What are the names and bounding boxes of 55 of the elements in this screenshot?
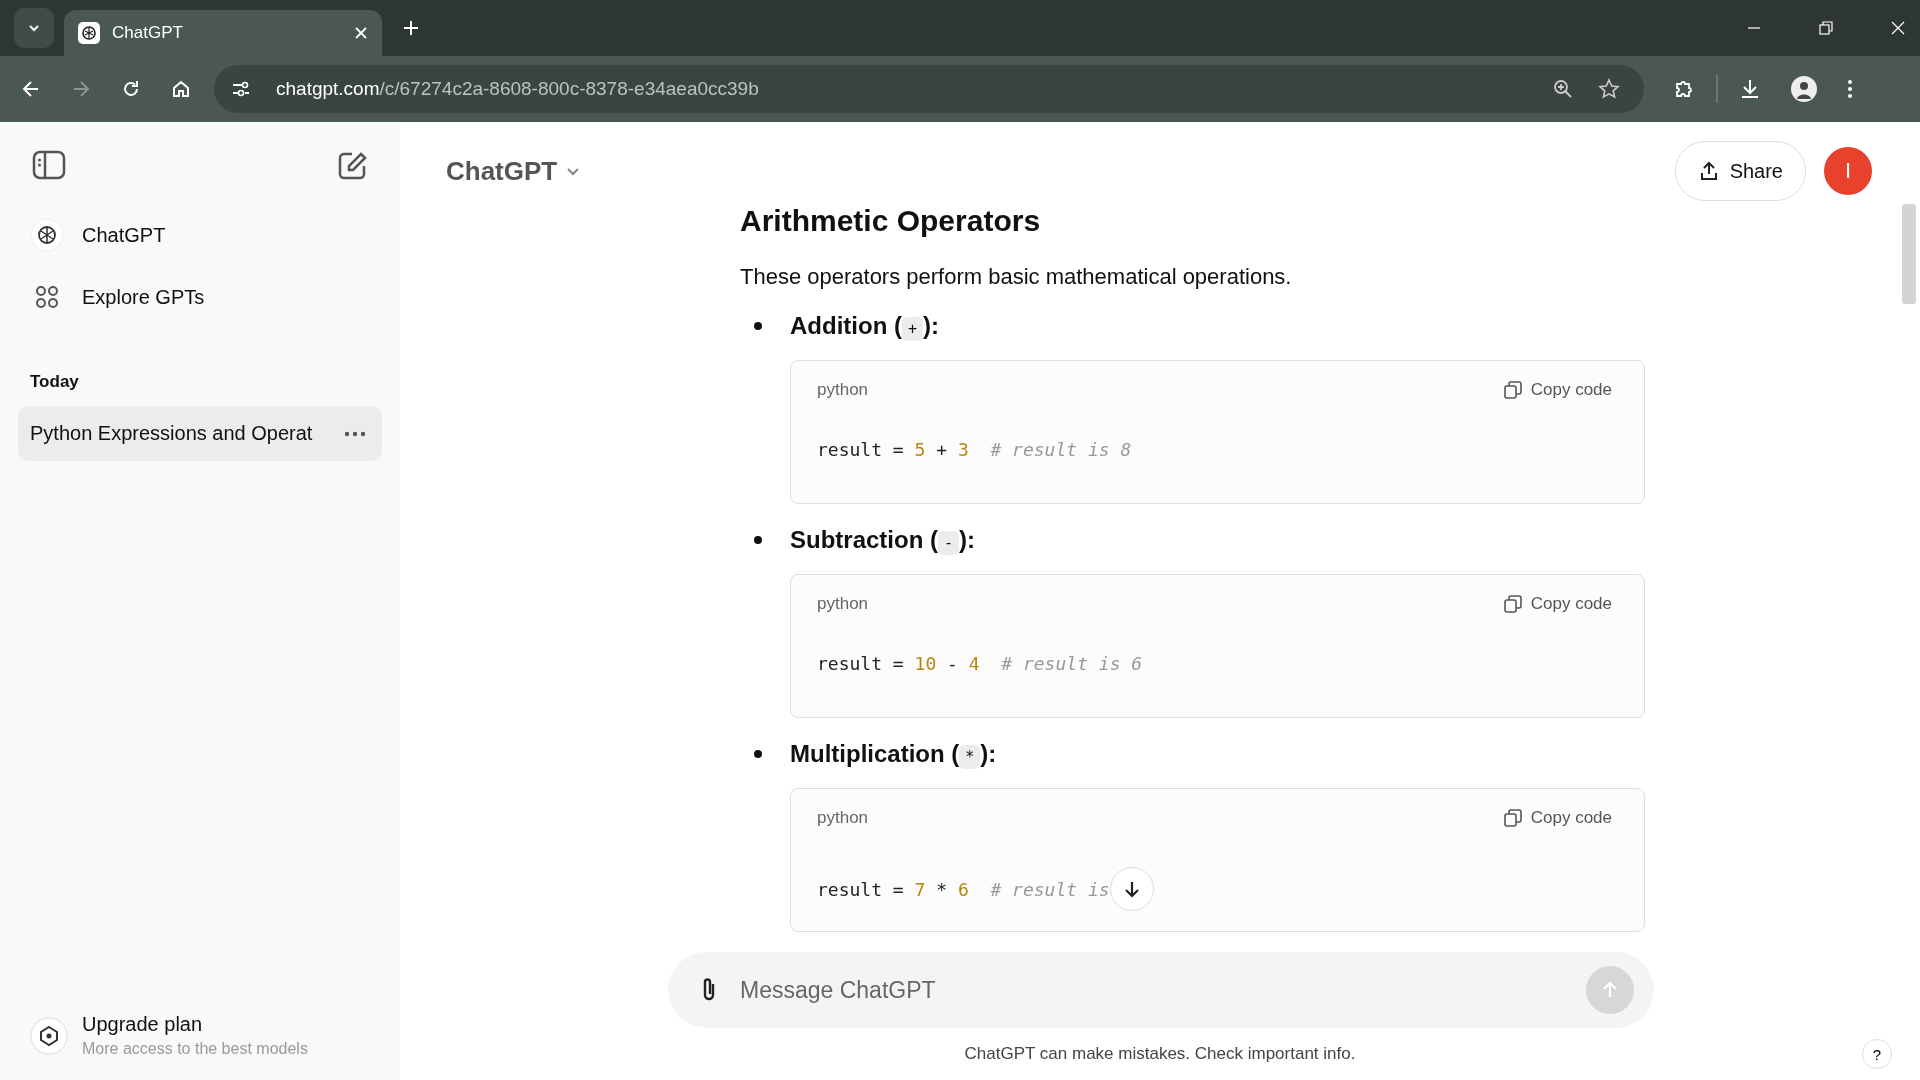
scroll-down-button[interactable] (1109, 867, 1154, 911)
close-icon[interactable] (1890, 20, 1906, 36)
zoom-icon[interactable] (1552, 78, 1574, 100)
upgrade-title[interactable]: Upgrade plan (82, 1013, 308, 1036)
close-icon[interactable] (354, 26, 368, 40)
chat-title: Python Expressions and Operat (30, 422, 314, 445)
operator-label: Multiplication ( * ): (790, 740, 997, 768)
url-text: chatgpt.com/c/67274c2a-8608-800c-8378-e34aea0cc39b (276, 78, 759, 100)
code-language: python (817, 594, 869, 614)
bullet-icon (754, 750, 762, 758)
copy-icon (1502, 808, 1523, 828)
message-input[interactable]: Message ChatGPT (738, 975, 1570, 1005)
copy-code-button[interactable]: Copy code (1496, 593, 1618, 615)
message-field[interactable]: Message ChatGPT (668, 952, 1654, 1028)
copy-code-button[interactable]: Copy code (1496, 379, 1618, 401)
model-selector[interactable]: ChatGPT (440, 154, 588, 188)
operator-label: Subtraction ( - ): (790, 526, 975, 554)
home-icon[interactable] (170, 78, 192, 100)
user-avatar[interactable]: I (1824, 147, 1872, 195)
new-tab-icon[interactable] (402, 19, 420, 37)
upgrade-subtitle: More access to the best models (82, 1040, 308, 1058)
code-line: result = 7 * 6 # result is (817, 878, 1110, 900)
section-title: Today (30, 372, 80, 392)
paragraph: These operators perform basic mathematical operations. (740, 264, 1293, 290)
copy-code-button[interactable]: Copy code (1496, 807, 1618, 829)
menu-icon[interactable] (1846, 77, 1854, 101)
code-line: result = 10 - 4 # result is 6 (817, 653, 1143, 674)
operator-label: Addition ( + ): (790, 312, 939, 340)
logo-icon (30, 218, 64, 252)
profile-avatar-icon[interactable] (1790, 75, 1818, 103)
tab-title: ChatGPT (112, 23, 184, 43)
code-language: python (817, 808, 869, 828)
restore-icon[interactable] (1818, 20, 1834, 36)
address-bar[interactable]: chatgpt.com/c/67274c2a-8608-800c-8378-e34aea0cc39b (214, 65, 1644, 113)
sidebar-toggle-icon[interactable] (32, 150, 66, 180)
copy-icon (1502, 380, 1523, 400)
more-icon[interactable] (344, 430, 366, 437)
upgrade-icon[interactable] (30, 1016, 68, 1055)
code-language: python (817, 380, 869, 400)
bullet-icon (754, 322, 762, 330)
new-chat-icon[interactable] (336, 150, 368, 182)
bullet-icon (754, 536, 762, 544)
chat-history-item[interactable]: Python Expressions and Operat (18, 406, 382, 461)
help-button[interactable]: ? (1862, 1039, 1892, 1069)
copy-icon (1502, 594, 1523, 614)
section-heading: Arithmetic Operators (740, 204, 1042, 238)
code-line: result = 5 + 3 # result is 8 (817, 439, 1132, 460)
sidebar-nav-item[interactable]: ChatGPT (18, 204, 382, 266)
star-icon[interactable] (1598, 78, 1620, 100)
disclaimer-text: ChatGPT can make mistakes. Check important info. (964, 1044, 1356, 1064)
browser-tab[interactable]: ChatGPT (64, 10, 382, 56)
logo-icon (78, 22, 100, 44)
scrollbar[interactable] (1902, 204, 1916, 304)
sidebar-nav-item[interactable]: Explore GPTs (18, 266, 382, 328)
share-button[interactable]: Share (1674, 141, 1806, 201)
